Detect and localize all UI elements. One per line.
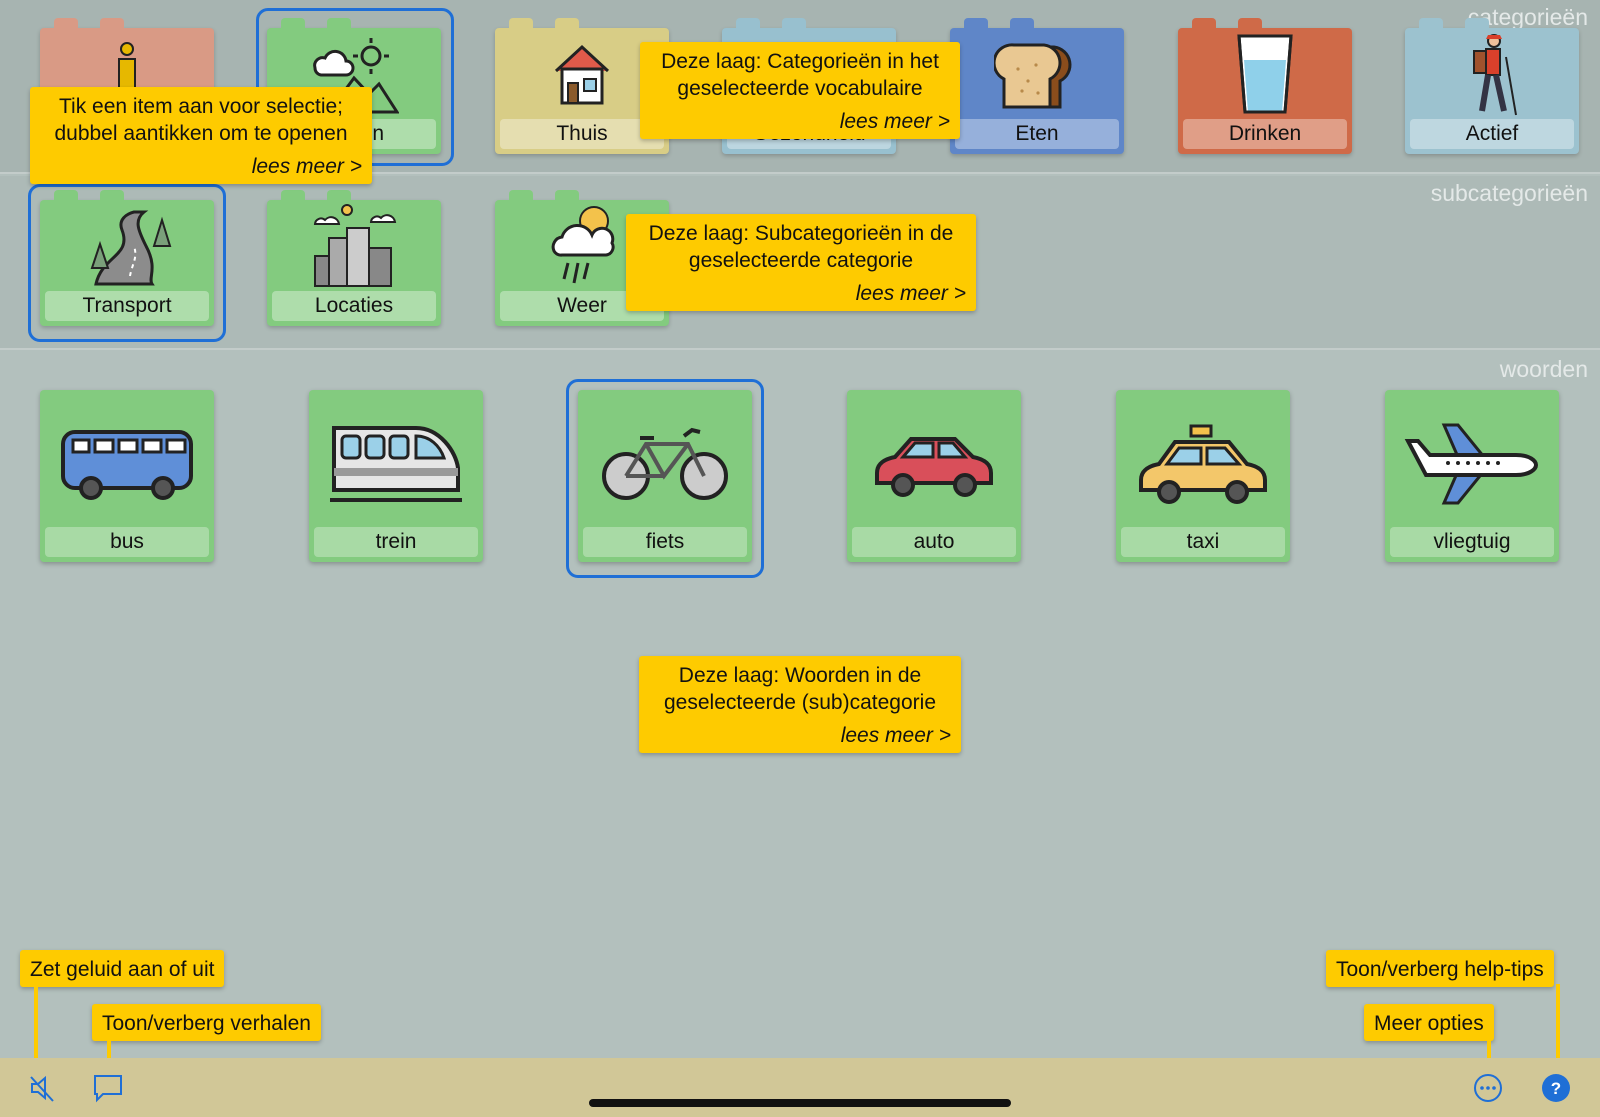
- tip-more-options: Meer opties: [1364, 1004, 1494, 1041]
- train-icon: [309, 404, 483, 524]
- help-question-icon[interactable]: ?: [1540, 1072, 1572, 1104]
- bus-icon: [40, 404, 214, 524]
- subcategory-locaties[interactable]: Locaties: [267, 190, 441, 326]
- buildings-icon: [267, 204, 441, 288]
- hiker-icon: [1405, 32, 1579, 116]
- tip-stories-pointer: [107, 1038, 111, 1058]
- tip-stories: Toon/verberg verhalen: [92, 1004, 321, 1041]
- word-selection-frame: [566, 379, 764, 578]
- category-label: Drinken: [1183, 119, 1347, 149]
- word-trein[interactable]: trein: [309, 390, 483, 562]
- category-actief[interactable]: Actief: [1405, 18, 1579, 154]
- read-more-link[interactable]: lees meer >: [649, 722, 951, 749]
- tip-subcategories: Deze laag: Subcategorieën in de geselect…: [626, 214, 976, 311]
- tip-words: Deze laag: Woorden in de geselecteerde (…: [639, 656, 961, 753]
- tip-categories: Deze laag: Categorieën in het geselectee…: [640, 42, 960, 139]
- tip-help: Toon/verberg help-tips: [1326, 950, 1554, 987]
- word-auto[interactable]: auto: [847, 390, 1021, 562]
- category-eten[interactable]: Eten: [950, 18, 1124, 154]
- tip-sound: Zet geluid aan of uit: [20, 950, 225, 987]
- more-options-ellipsis-icon[interactable]: [1472, 1072, 1504, 1104]
- words-layer-label: woorden: [1499, 356, 1588, 382]
- stories-speech-bubble-icon[interactable]: [92, 1072, 124, 1104]
- svg-text:?: ?: [1551, 1079, 1561, 1098]
- tip-help-pointer: [1556, 984, 1560, 1058]
- tip-select: Tik een item aan voor selectie; dubbel a…: [30, 87, 372, 184]
- glass-icon: [1178, 32, 1352, 116]
- word-taxi[interactable]: taxi: [1116, 390, 1290, 562]
- word-vliegtuig[interactable]: vliegtuig: [1385, 390, 1559, 562]
- word-label: taxi: [1121, 527, 1285, 557]
- bottom-toolbar: [0, 1058, 1600, 1117]
- category-drinken[interactable]: Drinken: [1178, 18, 1352, 154]
- subcategory-label: Locaties: [272, 291, 436, 321]
- read-more-link[interactable]: lees meer >: [40, 153, 362, 180]
- airplane-icon: [1385, 404, 1559, 524]
- subcategory-selection-frame: [28, 184, 226, 342]
- word-bus[interactable]: bus: [40, 390, 214, 562]
- sound-off-icon[interactable]: [26, 1072, 58, 1104]
- home-indicator[interactable]: [589, 1099, 1011, 1107]
- subcategories-layer-label: subcategorieën: [1430, 180, 1588, 206]
- taxi-icon: [1116, 404, 1290, 524]
- word-label: trein: [314, 527, 478, 557]
- read-more-link[interactable]: lees meer >: [636, 280, 966, 307]
- tip-more-options-pointer: [1487, 1038, 1491, 1058]
- category-label: Actief: [1410, 119, 1574, 149]
- category-label: Eten: [955, 119, 1119, 149]
- word-label: auto: [852, 527, 1016, 557]
- tip-sound-pointer: [34, 984, 38, 1058]
- word-label: vliegtuig: [1390, 527, 1554, 557]
- word-label: bus: [45, 527, 209, 557]
- read-more-link[interactable]: lees meer >: [650, 108, 950, 135]
- bread-icon: [950, 32, 1124, 116]
- car-icon: [847, 404, 1021, 524]
